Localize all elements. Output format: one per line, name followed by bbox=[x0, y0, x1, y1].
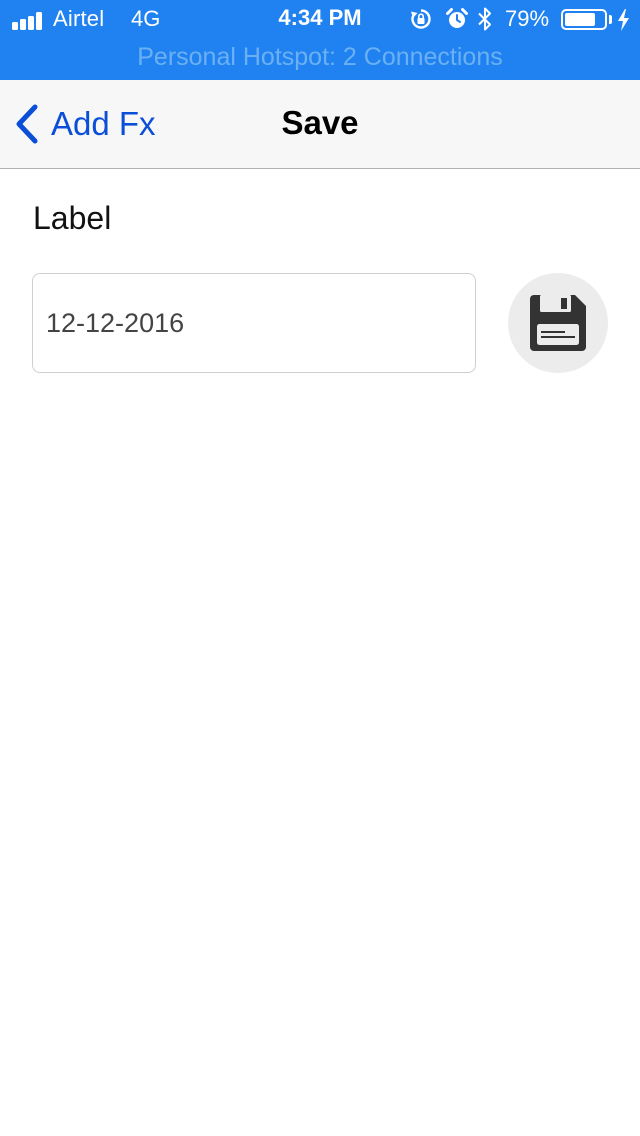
field-label: Label bbox=[33, 200, 112, 236]
hotspot-banner[interactable]: Personal Hotspot: 2 Connections bbox=[0, 43, 640, 72]
save-button[interactable] bbox=[508, 273, 608, 373]
status-bar: Airtel 4G 4:34 PM 79% Personal Hotspot: … bbox=[0, 0, 640, 80]
alarm-icon bbox=[446, 8, 468, 28]
back-button[interactable]: Add Fx bbox=[14, 96, 156, 152]
floppy-disk-icon bbox=[530, 295, 586, 351]
charging-icon bbox=[618, 9, 629, 31]
chevron-left-icon bbox=[16, 104, 38, 144]
back-button-label: Add Fx bbox=[51, 105, 156, 142]
navigation-bar: Add Fx Save bbox=[0, 80, 640, 169]
battery-fill bbox=[565, 13, 595, 26]
battery-nub bbox=[609, 15, 612, 24]
status-row: Airtel 4G 4:34 PM 79% bbox=[0, 0, 640, 40]
battery-icon bbox=[561, 9, 607, 30]
date-input[interactable] bbox=[32, 273, 476, 373]
bluetooth-icon bbox=[478, 7, 491, 31]
rotation-lock-icon bbox=[411, 9, 431, 29]
battery-percent: 79% bbox=[505, 6, 550, 31]
